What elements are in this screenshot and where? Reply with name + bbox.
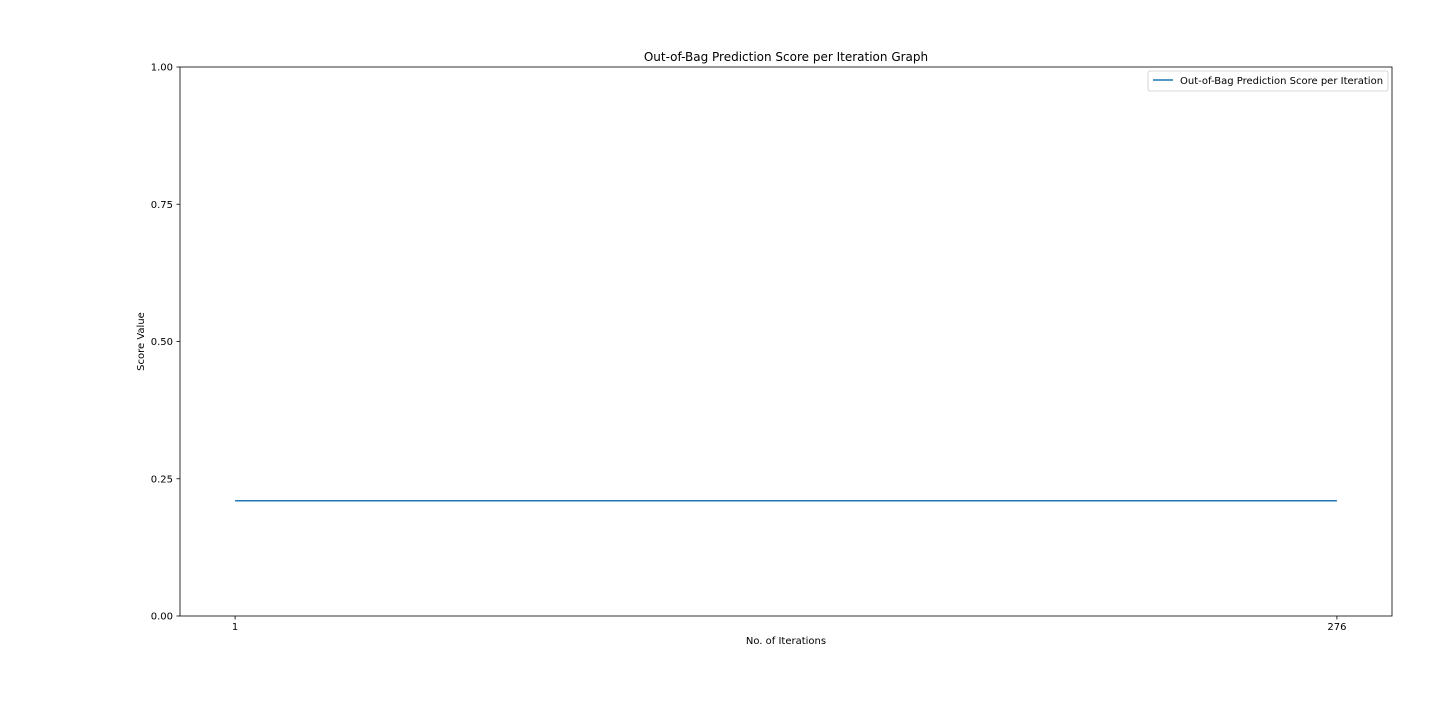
y-tick-label: 0.25 xyxy=(151,474,173,485)
plot-area xyxy=(180,67,1392,616)
y-axis-label: Score Value xyxy=(136,312,147,371)
y-tick-label: 0.00 xyxy=(151,612,173,623)
legend-label: Out-of-Bag Prediction Score per Iteratio… xyxy=(1180,76,1383,87)
chart-title: Out-of-Bag Prediction Score per Iteratio… xyxy=(644,50,928,64)
x-tick-label: 276 xyxy=(1327,622,1346,633)
y-tick-label: 1.00 xyxy=(151,63,173,74)
chart-figure: 1 276 0.00 0.25 0.50 0.75 1.00 Out-of-Bag Pre… xyxy=(0,0,1440,720)
y-tick-label: 0.75 xyxy=(151,200,173,211)
legend: Out-of-Bag Prediction Score per Iteratio… xyxy=(1147,70,1389,92)
y-tick-label: 0.50 xyxy=(151,337,173,348)
chart-svg: 1 276 0.00 0.25 0.50 0.75 1.00 Out-of-Bag Pre… xyxy=(0,0,1440,720)
x-tick-label: 1 xyxy=(232,622,238,633)
x-axis-label: No. of Iterations xyxy=(746,636,826,647)
